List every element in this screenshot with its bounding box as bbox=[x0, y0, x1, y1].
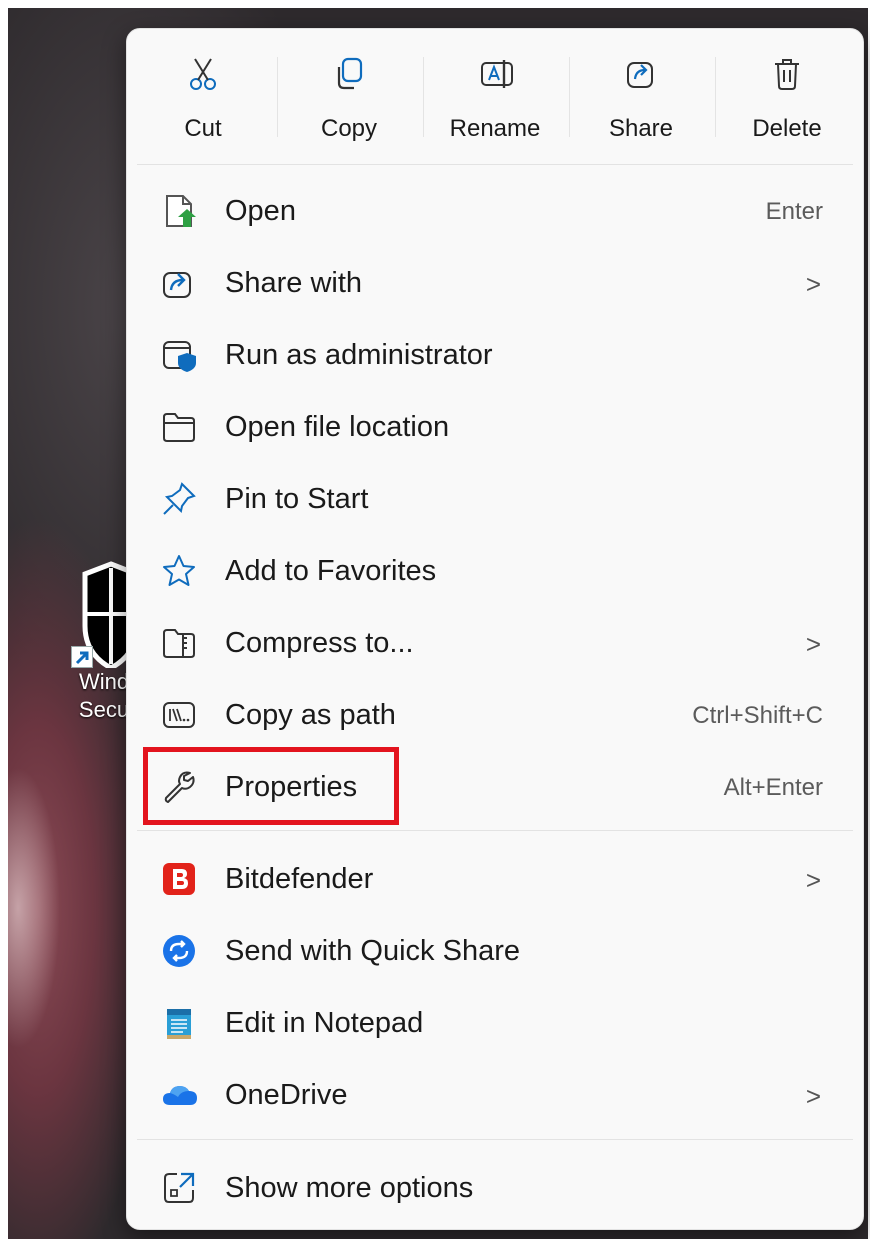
context-menu-toolbar: Cut Copy Rename Share Delete bbox=[127, 29, 863, 164]
menu-divider bbox=[137, 164, 853, 165]
menu-item-label: Edit in Notepad bbox=[225, 1007, 424, 1039]
menu-item-label: Open file location bbox=[225, 411, 450, 443]
rename-button[interactable]: Rename bbox=[425, 29, 565, 164]
menu-divider bbox=[137, 1139, 853, 1140]
menu-item-label: Share with bbox=[225, 267, 363, 299]
menu-item-pin-to-start[interactable]: Pin to Start bbox=[127, 467, 863, 531]
chevron-right-icon: > bbox=[805, 865, 821, 895]
menu-item-add-to-favorites[interactable]: Add to Favorites bbox=[127, 539, 863, 603]
share-icon bbox=[626, 57, 656, 91]
menu-item-copy-as-path[interactable]: Copy as path Ctrl+Shift+C bbox=[127, 683, 863, 747]
menu-item-label: Pin to Start bbox=[225, 483, 369, 515]
zip-folder-icon bbox=[161, 625, 197, 661]
onedrive-icon bbox=[161, 1077, 197, 1113]
menu-item-open[interactable]: Open Enter bbox=[127, 179, 863, 243]
toolbar-divider bbox=[569, 57, 570, 137]
copy-button[interactable]: Copy bbox=[279, 29, 419, 164]
cut-button[interactable]: Cut bbox=[133, 29, 273, 164]
properties-highlight-box bbox=[143, 747, 399, 825]
menu-item-send-with-quick-share[interactable]: Send with Quick Share bbox=[127, 919, 863, 983]
chevron-right-icon: > bbox=[805, 269, 821, 299]
rename-label: Rename bbox=[449, 115, 541, 142]
menu-item-label: Open bbox=[225, 195, 296, 227]
copy-icon bbox=[334, 57, 364, 91]
chevron-right-icon: > bbox=[805, 1081, 821, 1111]
share-icon bbox=[161, 265, 197, 301]
toolbar-divider bbox=[277, 57, 278, 137]
admin-shield-icon bbox=[161, 337, 197, 373]
menu-item-show-more-options[interactable]: Show more options bbox=[127, 1156, 863, 1220]
keyboard-shortcut: Enter bbox=[765, 198, 823, 225]
delete-button[interactable]: Delete bbox=[717, 29, 857, 164]
menu-item-label: Show more options bbox=[225, 1172, 474, 1204]
menu-item-label: OneDrive bbox=[225, 1079, 348, 1111]
open-file-icon bbox=[161, 193, 197, 229]
menu-item-label: Copy as path bbox=[225, 699, 396, 731]
toolbar-divider bbox=[715, 57, 716, 137]
keyboard-shortcut: Alt+Enter bbox=[723, 774, 823, 801]
menu-divider bbox=[137, 830, 853, 831]
chevron-right-icon: > bbox=[805, 629, 821, 659]
star-icon bbox=[161, 553, 197, 589]
share-label: Share bbox=[608, 115, 674, 142]
menu-item-compress-to[interactable]: Compress to... > bbox=[127, 611, 863, 675]
more-options-icon bbox=[161, 1170, 197, 1206]
menu-item-label: Bitdefender bbox=[225, 863, 374, 895]
menu-item-edit-in-notepad[interactable]: Edit in Notepad bbox=[127, 991, 863, 1055]
folder-icon bbox=[161, 409, 197, 445]
bitdefender-icon bbox=[161, 861, 197, 897]
pin-icon bbox=[161, 481, 197, 517]
menu-item-onedrive[interactable]: OneDrive > bbox=[127, 1063, 863, 1127]
copy-label: Copy bbox=[320, 115, 378, 142]
notepad-icon bbox=[161, 1005, 197, 1041]
menu-item-open-file-location[interactable]: Open file location bbox=[127, 395, 863, 459]
toolbar-divider bbox=[423, 57, 424, 137]
scissors-icon bbox=[188, 57, 218, 91]
menu-item-share-with[interactable]: Share with > bbox=[127, 251, 863, 315]
menu-item-bitdefender[interactable]: Bitdefender > bbox=[127, 847, 863, 911]
menu-item-label: Compress to... bbox=[225, 627, 414, 659]
share-button[interactable]: Share bbox=[571, 29, 711, 164]
trash-icon bbox=[772, 57, 802, 91]
keyboard-shortcut: Ctrl+Shift+C bbox=[692, 702, 823, 729]
menu-item-label: Send with Quick Share bbox=[225, 935, 520, 967]
shortcut-arrow-icon bbox=[71, 646, 93, 668]
delete-label: Delete bbox=[752, 115, 822, 142]
menu-item-label: Run as administrator bbox=[225, 339, 493, 371]
cut-label: Cut bbox=[184, 115, 222, 142]
menu-item-run-as-administrator[interactable]: Run as administrator bbox=[127, 323, 863, 387]
path-icon bbox=[161, 697, 197, 733]
rename-icon bbox=[480, 57, 513, 91]
context-menu: Cut Copy Rename Share Delete Open Enter … bbox=[126, 28, 864, 1230]
quick-share-icon bbox=[161, 933, 197, 969]
menu-item-label: Add to Favorites bbox=[225, 555, 437, 587]
